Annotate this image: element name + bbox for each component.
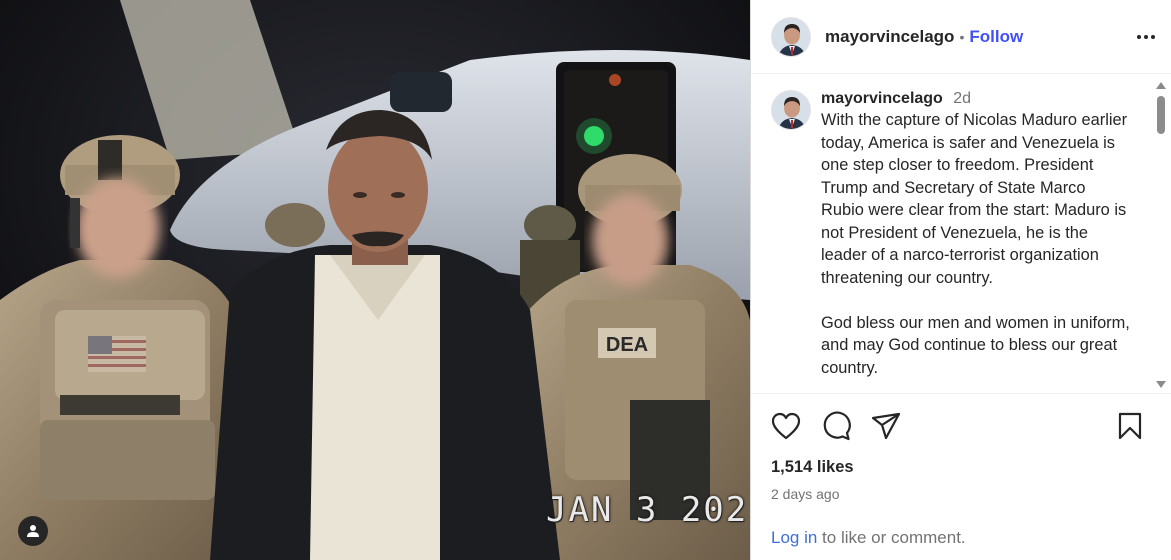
- dea-patch: DEA: [606, 334, 648, 356]
- caption-comment: mayorvincelago 2d With the capture of Ni…: [771, 90, 1131, 379]
- post-date[interactable]: 2 days ago: [751, 477, 1171, 502]
- share-button[interactable]: [871, 411, 901, 441]
- post-dialog: DEA JAN 3 202 mayorvincelago • Follow ma…: [0, 0, 1171, 560]
- header-username[interactable]: mayorvincelago: [825, 27, 954, 47]
- tagged-user-icon: [27, 525, 39, 537]
- caption-time[interactable]: 2d: [953, 90, 971, 107]
- heart-icon: [771, 412, 801, 440]
- photo-date-stamp: JAN 3 202: [546, 490, 749, 530]
- follow-button[interactable]: Follow: [969, 27, 1023, 47]
- share-icon: [871, 412, 901, 440]
- caption-username[interactable]: mayorvincelago: [821, 90, 943, 107]
- profile-photo-icon: [772, 17, 810, 56]
- action-bar: [751, 394, 1171, 444]
- scroll-down-icon[interactable]: [1156, 381, 1166, 388]
- like-button[interactable]: [771, 411, 801, 441]
- login-prompt: Log in to like or comment.: [771, 528, 966, 548]
- post-image[interactable]: DEA JAN 3 202: [0, 0, 750, 560]
- caption-body: mayorvincelago 2d With the capture of Ni…: [821, 90, 1131, 379]
- tagged-users-button[interactable]: [18, 516, 48, 546]
- caption-text: With the capture of Nicolas Maduro earli…: [821, 111, 1130, 377]
- comment-icon: [823, 411, 851, 441]
- bookmark-icon: [1118, 412, 1142, 440]
- more-options-icon[interactable]: [1137, 34, 1155, 39]
- scroll-up-icon[interactable]: [1156, 82, 1166, 89]
- avatar[interactable]: [771, 16, 811, 57]
- header-separator: •: [959, 28, 965, 45]
- post-header: mayorvincelago • Follow: [751, 0, 1171, 74]
- comment-button[interactable]: [821, 411, 851, 441]
- post-sidebar: mayorvincelago • Follow mayorvincelago 2…: [750, 0, 1171, 560]
- photo-scene: DEA: [0, 0, 750, 560]
- profile-photo-icon: [772, 91, 810, 129]
- avatar[interactable]: [771, 90, 811, 130]
- login-link[interactable]: Log in: [771, 528, 817, 547]
- save-button[interactable]: [1115, 411, 1145, 441]
- comments-panel[interactable]: mayorvincelago 2d With the capture of Ni…: [751, 74, 1171, 394]
- likes-count[interactable]: 1,514 likes: [751, 444, 1171, 477]
- comments-scrollbar[interactable]: [1155, 80, 1167, 390]
- scrollbar-thumb[interactable]: [1157, 96, 1165, 134]
- login-suffix: to like or comment.: [817, 528, 966, 547]
